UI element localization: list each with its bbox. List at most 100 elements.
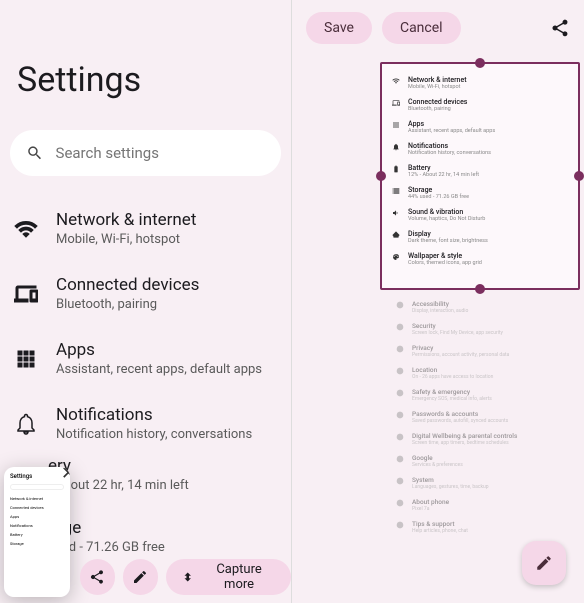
faded-sub: Screen lock, Find My Device, app securit… [412,330,503,336]
thumb-line: Network & internet [10,494,64,503]
faded-sub: Help articles, phone, chat [412,528,468,534]
crop-title: Storage [408,186,469,194]
storage-icon [392,187,400,195]
palette-icon [392,253,400,261]
crop-title: Wallpaper & style [408,252,482,260]
generic-icon [396,323,404,331]
generic-icon [396,499,404,507]
faded-item: GoogleServices & preferences [396,450,574,472]
generic-icon [396,433,404,441]
apps-icon [392,121,400,129]
crop-sub: Assistant, recent apps, default apps [408,128,495,134]
sound-icon [392,209,400,217]
faded-sub: On - 26 apps have access to location [412,374,493,380]
editor-pane: Save Cancel Network & internetMobile, Wi… [291,0,584,603]
setting-item-notifications[interactable]: Notifications Notification history, conv… [14,391,277,456]
crop-item: DisplayDark theme, font size, brightness [392,226,568,248]
wifi-icon [14,217,38,241]
search-box[interactable] [10,130,281,176]
search-icon [26,143,44,163]
battery-icon [392,165,400,173]
faded-title: System [412,476,489,484]
share-icon [89,569,105,585]
thumb-line: Apps [10,512,64,521]
faded-sub: Screen time, app timers, bedtime schedul… [412,440,517,446]
faded-sub: Services & preferences [412,462,463,468]
faded-title: Location [412,366,493,374]
generic-icon [396,301,404,309]
crop-content: Network & internetMobile, Wi-Fi, hotspot… [382,64,578,278]
capture-toolbar: Capture more [80,559,291,595]
crop-sub: Notification history, conversations [408,150,491,156]
setting-title: Notifications [56,405,277,425]
crop-item: Battery12% - About 22 hr, 14 min left [392,160,568,182]
crop-title: Display [408,230,488,238]
thumb-line: Storage [10,539,64,548]
settings-list: Network & internet Mobile, Wi-Fi, hotspo… [0,196,291,456]
faded-title: Tips & support [412,520,468,528]
faded-item: Digital Wellbeing & parental controlsScr… [396,428,574,450]
faded-title: Accessibility [412,300,468,308]
thumb-line: Connected devices [10,503,64,512]
crop-title: Sound & vibration [408,208,485,216]
thumb-line: Notifications [10,521,64,530]
expand-icon [180,569,195,585]
search-input[interactable] [56,144,265,162]
devices-icon [14,282,38,306]
settings-pane: Settings Network & internet Mobile, Wi-F… [0,0,291,603]
faded-sub: Emergency SOS, medical info, alerts [412,396,492,402]
faded-item: AccessibilityDisplay, interaction, audio [396,296,574,318]
faded-title: Google [412,454,463,462]
edit-fab[interactable] [522,541,566,585]
faded-sub: Permissions, account activity, personal … [412,352,509,358]
share-button[interactable] [80,559,115,595]
edit-button[interactable] [123,559,158,595]
crop-title: Apps [408,120,495,128]
crop-region[interactable]: Network & internetMobile, Wi-Fi, hotspot… [380,62,580,290]
faded-sub: Pixel 7a [412,506,449,512]
faded-item: SystemLanguages, gestures, time, backup [396,472,574,494]
faded-title: Safety & emergency [412,388,492,396]
crop-item: AppsAssistant, recent apps, default apps [392,116,568,138]
faded-title: Security [412,322,503,330]
faded-title: Digital Wellbeing & parental controls [412,432,517,440]
pencil-icon [132,569,148,585]
share-icon[interactable] [550,18,570,38]
pencil-icon [535,554,553,572]
setting-item-network[interactable]: Network & internet Mobile, Wi-Fi, hotspo… [14,196,277,261]
crop-handle-top[interactable] [475,58,485,68]
editor-actions: Save Cancel [292,0,584,56]
crop-title: Battery [408,164,479,172]
crop-sub: Volume, haptics, Do Not Disturb [408,216,485,222]
crop-title: Connected devices [408,98,467,106]
devices-icon [392,99,400,107]
faded-title: About phone [412,498,449,506]
close-icon[interactable]: ✕ [61,467,70,484]
faded-sub: Languages, gestures, time, backup [412,484,489,490]
faded-sub: Saved passwords, autofill, synced accoun… [412,418,508,424]
wifi-icon [392,77,400,85]
faded-sub: Display, interaction, audio [412,308,468,314]
crop-item: NotificationsNotification history, conve… [392,138,568,160]
screenshot-thumbnail[interactable]: ✕ Settings Network & internet Connected … [4,467,70,597]
capture-more-button[interactable]: Capture more [166,559,291,595]
crop-sub: 44% used - 71.26 GB free [408,194,469,200]
crop-sub: Colors, themed icons, app grid [408,260,482,266]
save-button[interactable]: Save [306,12,372,44]
apps-icon [14,347,38,371]
bell-icon [14,412,38,436]
setting-item-devices[interactable]: Connected devices Bluetooth, pairing [14,261,277,326]
cancel-button[interactable]: Cancel [382,12,461,44]
setting-item-apps[interactable]: Apps Assistant, recent apps, default app… [14,326,277,391]
faded-item: Safety & emergencyEmergency SOS, medical… [396,384,574,406]
crop-title: Network & internet [408,76,467,84]
crop-handle-right[interactable] [574,171,584,181]
setting-sub: Assistant, recent apps, default apps [56,362,277,377]
thumb-search [10,484,64,490]
crop-item: Storage44% used - 71.26 GB free [392,182,568,204]
setting-title: Network & internet [56,210,277,230]
crop-item: Network & internetMobile, Wi-Fi, hotspot [392,72,568,94]
crop-sub: Dark theme, font size, brightness [408,238,488,244]
crop-handle-left[interactable] [376,171,386,181]
faded-item: Tips & supportHelp articles, phone, chat [396,516,574,538]
